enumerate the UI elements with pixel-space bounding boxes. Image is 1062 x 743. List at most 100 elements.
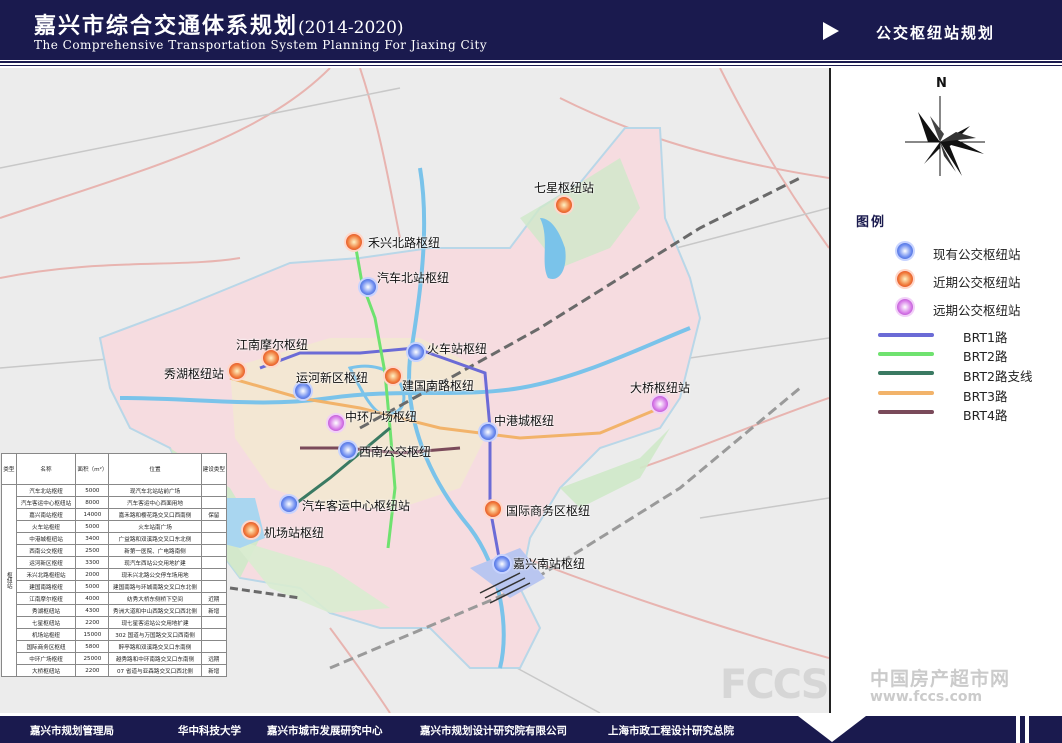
hub-marker-xinangongjiao[interactable] xyxy=(340,442,356,458)
regional-road xyxy=(0,68,331,219)
header-rule xyxy=(0,61,1062,63)
table-row: 禾兴北路枢纽站 2000 现禾兴北路公交停车场用地 xyxy=(2,568,228,581)
table-row: 汽车客运中心枢纽站 8000 汽车客运中心西面用地 xyxy=(2,496,228,509)
hub-marker-zhonghuanguangchang[interactable] xyxy=(328,415,344,431)
cell-area: 5800 xyxy=(75,640,110,653)
cell-location: 广益路和双溪路交叉口东北侧 xyxy=(108,532,202,545)
cell-build xyxy=(200,628,228,641)
hub-marker-guojishangwuqu[interactable] xyxy=(485,501,501,517)
cell-area: 2200 xyxy=(75,664,110,677)
cell-location: 新第一医院、广电路南侧 xyxy=(108,544,202,557)
cell-build xyxy=(200,640,228,653)
hub-label-yunhexinqu: 运河新区枢纽 xyxy=(296,371,369,385)
table-row: 中港城枢纽站 3400 广益路和双溪路交叉口东北侧 xyxy=(2,532,228,545)
cell-name: 江南摩尔枢纽 xyxy=(15,592,77,605)
cell-name: 七星枢纽站 xyxy=(15,616,77,629)
cell-name: 汽车北站枢纽 xyxy=(15,484,77,497)
hub-table-header: 类型 名称 面积（m²） 位置 建设类型 xyxy=(1,453,228,485)
cell-name: 大桥枢纽站 xyxy=(15,664,77,677)
outer-road xyxy=(0,87,401,169)
table-row: 嘉兴南站枢纽 14000 嘉禾路和樱花路交叉口西南侧 保留 xyxy=(2,508,228,521)
cell-name: 运河新区枢纽 xyxy=(15,556,77,569)
hub-label-xinangongjiao: 西南公交枢纽 xyxy=(359,445,432,459)
legend-existing-hub-icon xyxy=(897,243,913,259)
table-row: 运河新区枢纽 3300 现汽车西站公交用地扩建 xyxy=(2,556,228,569)
cell-build: 保留 xyxy=(200,508,228,521)
regional-road xyxy=(719,68,829,249)
cell-location: 302 国道与万国路交叉口西南侧 xyxy=(108,628,202,641)
footer-org-planning-bureau: 嘉兴市规划管理局 xyxy=(30,725,114,737)
table-row: 枢纽站 汽车北站枢纽 5000 现汽车北站站前广场 xyxy=(1,484,228,677)
cell-build xyxy=(200,532,228,545)
hub-marker-daqiao[interactable] xyxy=(652,396,668,412)
watermark-url: www.fccs.com xyxy=(870,689,983,705)
hub-label-jiangnanmoer: 江南摩尔枢纽 xyxy=(236,338,309,352)
legend-near-hub-label: 近期公交枢纽站 xyxy=(933,275,1021,290)
cell-location: 醉亭路和双溪路交叉口东南侧 xyxy=(108,640,202,653)
table-side-label: 枢纽站 xyxy=(1,484,17,677)
cell-location: 建国南路与环城南路交叉口东北侧 xyxy=(108,580,202,593)
cell-name: 中港城枢纽站 xyxy=(15,532,77,545)
table-row: 火车站枢纽 5000 火车站南广场 xyxy=(2,520,228,533)
north-label: N xyxy=(936,76,947,91)
table-row: 大桥枢纽站 2200 07 省道与亚森路交叉口西北侧 新增 xyxy=(2,664,228,677)
legend-brt1-label: BRT1路 xyxy=(963,330,1008,345)
hub-marker-jiaxingnanzhan[interactable] xyxy=(494,556,510,572)
map-subtitle: The Comprehensive Transportation System … xyxy=(34,38,488,52)
hub-label-jichangzhan: 机场站枢纽 xyxy=(264,526,325,540)
cell-build xyxy=(200,496,228,509)
hub-marker-qichekeyunzhongxin[interactable] xyxy=(281,496,297,512)
legend-brt1-swatch xyxy=(878,333,934,337)
cell-location: 汽车客运中心西面用地 xyxy=(108,496,202,509)
cell-build: 新增 xyxy=(200,604,228,617)
col-header-location: 位置 xyxy=(108,453,202,485)
hub-label-jianguonanlu: 建国南路枢纽 xyxy=(402,379,475,393)
header-rule-thin xyxy=(0,65,1062,66)
legend-brt3-label: BRT3路 xyxy=(963,389,1008,404)
cell-area: 3300 xyxy=(75,556,110,569)
hub-label-hexingbeilu: 禾兴北路枢纽 xyxy=(368,236,441,250)
footer-bar-mark xyxy=(1016,716,1020,743)
cell-location: 嘉禾路和樱花路交叉口西南侧 xyxy=(108,508,202,521)
legend-far-hub-label: 远期公交枢纽站 xyxy=(933,303,1021,318)
hub-marker-qichebeizhan[interactable] xyxy=(360,279,376,295)
col-header-name: 名称 xyxy=(15,453,77,485)
legend-far-hub-icon xyxy=(897,299,913,315)
cell-name: 机场站枢纽 xyxy=(15,628,77,641)
watermark-cn: 中国房产超市网 xyxy=(870,668,1011,690)
hub-marker-huochezhan[interactable] xyxy=(408,344,424,360)
table-row: 西南公交枢纽 2500 新第一医院、广电路南侧 xyxy=(2,544,228,557)
hub-label-qixing: 七星枢纽站 xyxy=(534,181,595,195)
footer-org-research-center: 嘉兴市城市发展研究中心 xyxy=(267,725,383,737)
hub-label-qichekeyunzhongxin: 汽车客运中心枢纽站 xyxy=(302,499,411,513)
legend-existing-hub-label: 现有公交枢纽站 xyxy=(933,247,1021,262)
hub-marker-xiuhu[interactable] xyxy=(229,363,245,379)
cell-name: 汽车客运中心枢纽站 xyxy=(15,496,77,509)
hub-marker-hexingbeilu[interactable] xyxy=(346,234,362,250)
cell-build xyxy=(200,520,228,533)
map-title-years: (2014-2020) xyxy=(298,18,404,38)
table-row: 中环广场枢纽 25000 越秀路和中环南路交叉口东南侧 远期 xyxy=(2,652,228,665)
hub-marker-qixing[interactable] xyxy=(556,197,572,213)
hub-marker-jichangzhan[interactable] xyxy=(243,522,259,538)
map-title-text: 嘉兴市综合交通体系规划 xyxy=(34,13,299,39)
hub-label-daqiao: 大桥枢纽站 xyxy=(630,381,691,395)
footer-bar-mark xyxy=(1025,716,1029,743)
table-row: 江南摩尔枢纽 4000 纺秀大桥东侧桥下空间 近期 xyxy=(2,592,228,605)
cell-area: 5000 xyxy=(75,520,110,533)
cell-build: 远期 xyxy=(200,652,228,665)
legend-brt2-branch-swatch xyxy=(878,371,934,375)
legend-brt2-label: BRT2路 xyxy=(963,349,1008,364)
watermark-logo: FCCS xyxy=(720,662,830,708)
cell-build xyxy=(200,556,228,569)
cell-name: 火车站枢纽 xyxy=(15,520,77,533)
hub-marker-jianguonanlu[interactable] xyxy=(385,368,401,384)
footer-org-shanghai-municipal: 上海市政工程设计研究总院 xyxy=(608,725,734,737)
watermark: FCCS 中国房产超市网 www.fccs.com xyxy=(720,662,1030,708)
cell-build xyxy=(200,616,228,629)
cell-location: 秀洲大道和中山西路交叉口西北侧 xyxy=(108,604,202,617)
legend-near-hub-icon xyxy=(897,271,913,287)
map-title: 嘉兴市综合交通体系规划(2014-2020) xyxy=(34,8,404,40)
cell-area: 25000 xyxy=(75,652,110,665)
cell-area: 2500 xyxy=(75,544,110,557)
